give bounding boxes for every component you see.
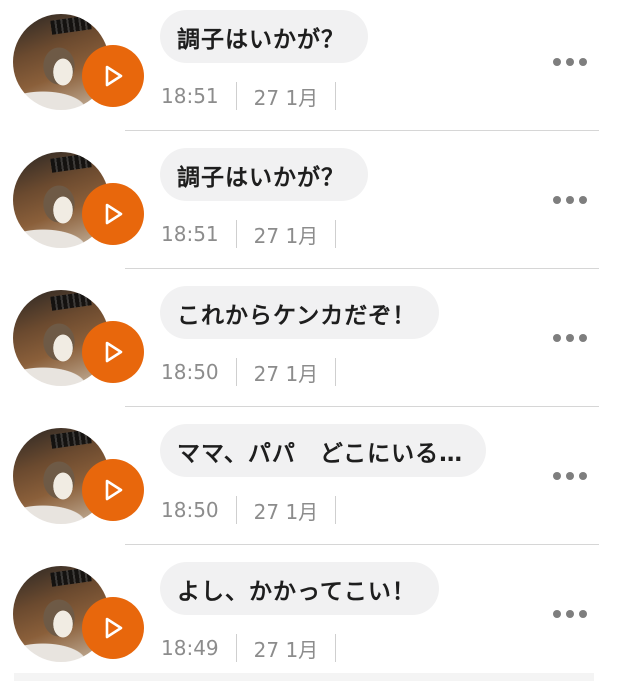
message-time: 18:51 [161, 222, 219, 246]
more-dots-icon [553, 334, 561, 342]
message-time: 18:50 [161, 498, 219, 522]
more-dots-icon [553, 196, 561, 204]
divider [125, 406, 599, 407]
divider [125, 130, 599, 131]
divider [125, 544, 599, 545]
meta-separator [235, 220, 237, 248]
play-icon [105, 341, 123, 363]
play-button[interactable] [82, 597, 144, 659]
meta-separator [235, 82, 237, 110]
message-item[interactable]: 調子はいかが？ 18:51 27 1月 [0, 138, 623, 276]
play-button[interactable] [82, 45, 144, 107]
message-time: 18:49 [161, 636, 219, 660]
play-icon [105, 65, 123, 87]
play-icon [105, 203, 123, 225]
message-date: 27 1月 [253, 223, 319, 248]
message-date: 27 1月 [253, 637, 319, 662]
message-date: 27 1月 [253, 361, 319, 386]
play-icon [105, 479, 123, 501]
message-bubble: 調子はいかが？ [160, 10, 368, 63]
play-button[interactable] [82, 321, 144, 383]
meta-separator [335, 634, 337, 662]
play-button[interactable] [82, 459, 144, 521]
more-options-button[interactable] [548, 50, 592, 74]
divider [125, 268, 599, 269]
meta-separator [335, 82, 337, 110]
meta-separator [235, 634, 237, 662]
more-options-button[interactable] [548, 602, 592, 626]
message-meta: 18:49 27 1月 [161, 634, 353, 662]
more-options-button[interactable] [548, 326, 592, 350]
bottom-edge [14, 673, 594, 681]
message-meta: 18:50 27 1月 [161, 496, 353, 524]
meta-separator [235, 358, 237, 386]
message-time: 18:50 [161, 360, 219, 384]
meta-separator [235, 496, 237, 524]
message-item[interactable]: 調子はいかが？ 18:51 27 1月 [0, 0, 623, 138]
play-icon [105, 617, 123, 639]
meta-separator [335, 496, 337, 524]
message-bubble: ママ、パパ どこにいる… [160, 424, 487, 477]
message-meta: 18:51 27 1月 [161, 220, 353, 248]
message-bubble: 調子はいかが？ [160, 148, 368, 201]
message-item[interactable]: ママ、パパ どこにいる… 18:50 27 1月 [0, 414, 623, 552]
play-button[interactable] [82, 183, 144, 245]
more-options-button[interactable] [548, 464, 592, 488]
message-item[interactable]: これからケンカだぞ！ 18:50 27 1月 [0, 276, 623, 414]
message-bubble: よし、かかってこい！ [160, 562, 439, 615]
more-dots-icon [553, 472, 561, 480]
more-dots-icon [553, 610, 561, 618]
message-item[interactable]: よし、かかってこい！ 18:49 27 1月 [0, 552, 623, 690]
message-date: 27 1月 [253, 499, 319, 524]
message-bubble: これからケンカだぞ！ [160, 286, 440, 339]
message-meta: 18:50 27 1月 [161, 358, 353, 386]
meta-separator [335, 358, 337, 386]
meta-separator [335, 220, 337, 248]
message-date: 27 1月 [253, 85, 319, 110]
message-meta: 18:51 27 1月 [161, 82, 353, 110]
more-dots-icon [553, 58, 561, 66]
message-time: 18:51 [161, 84, 219, 108]
more-options-button[interactable] [548, 188, 592, 212]
